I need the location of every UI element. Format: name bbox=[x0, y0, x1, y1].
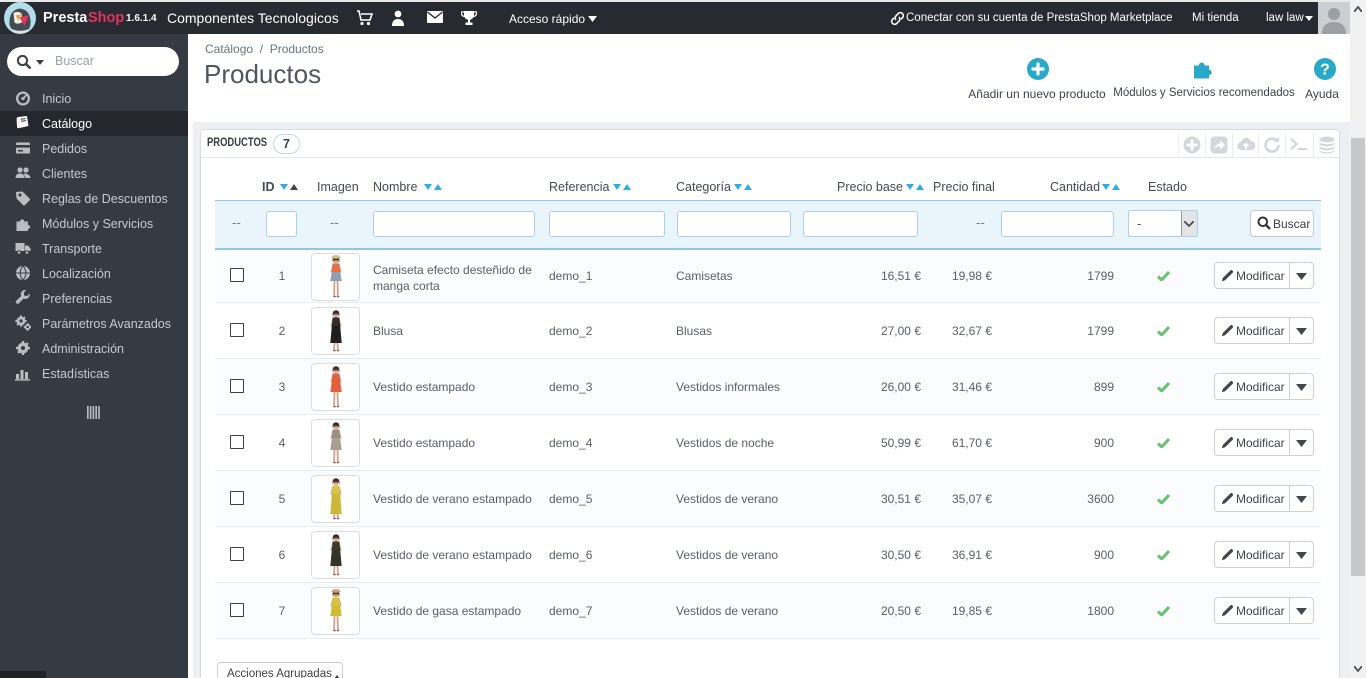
svg-text:?: ? bbox=[1320, 62, 1330, 79]
